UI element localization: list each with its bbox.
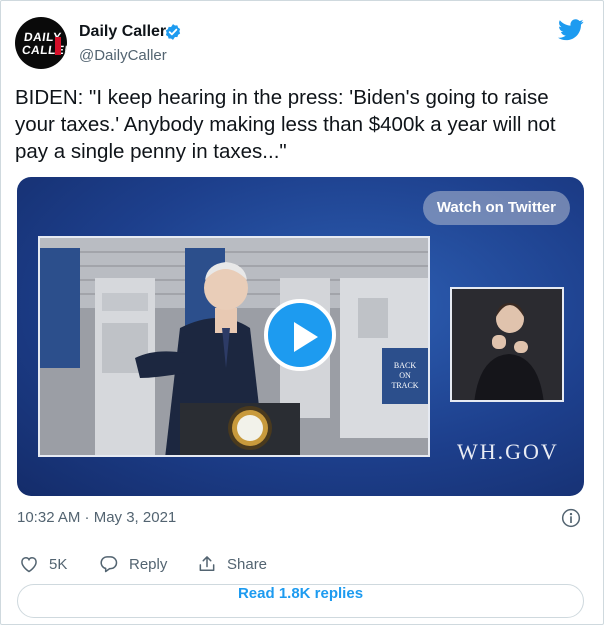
video-sign-language-frame [450,287,564,402]
avatar[interactable]: DAILY CALLER [15,17,67,69]
like-button[interactable]: 5K [19,552,67,576]
wh-gov-watermark: WH.GOV [457,439,559,464]
tweet-card: DAILY CALLER Daily Caller @DailyCaller B… [0,0,604,625]
share-label: Share [227,555,268,573]
verified-badge-icon [165,24,181,40]
share-icon [199,556,215,571]
video-player[interactable]: Watch on Twitter BACK ON TRACK WH.GOV [17,177,584,496]
handle[interactable]: @DailyCaller [79,47,167,64]
video-scene: BACK ON TRACK [40,238,428,455]
display-name[interactable]: Daily Caller [79,23,166,41]
reply-label: Reply [129,555,168,573]
share-button[interactable]: Share [197,552,267,576]
video-main-frame: BACK ON TRACK [38,236,430,457]
reply-button[interactable]: Reply [99,552,167,576]
heart-icon [21,556,37,573]
play-button[interactable] [264,299,336,371]
like-count: 5K [49,555,68,573]
interpreter-scene [452,289,562,400]
tweet-timestamp[interactable]: 10:32 AM · May 3, 2021 [17,509,176,526]
twitter-bird-icon[interactable] [558,19,584,41]
watch-on-twitter-button[interactable]: Watch on Twitter [422,191,570,225]
info-icon[interactable] [561,508,581,528]
podium-sign-line1: BACK [394,361,416,370]
play-icon [294,322,318,352]
tweet-text: BIDEN: "I keep hearing in the press: 'Bi… [15,86,556,163]
podium-sign-line3: TRACK [391,381,418,390]
avatar-accent-bar [55,37,61,55]
read-replies-button[interactable]: Read 1.8K replies [17,584,584,618]
reply-icon [100,556,118,573]
podium-sign-line2: ON [399,371,411,380]
